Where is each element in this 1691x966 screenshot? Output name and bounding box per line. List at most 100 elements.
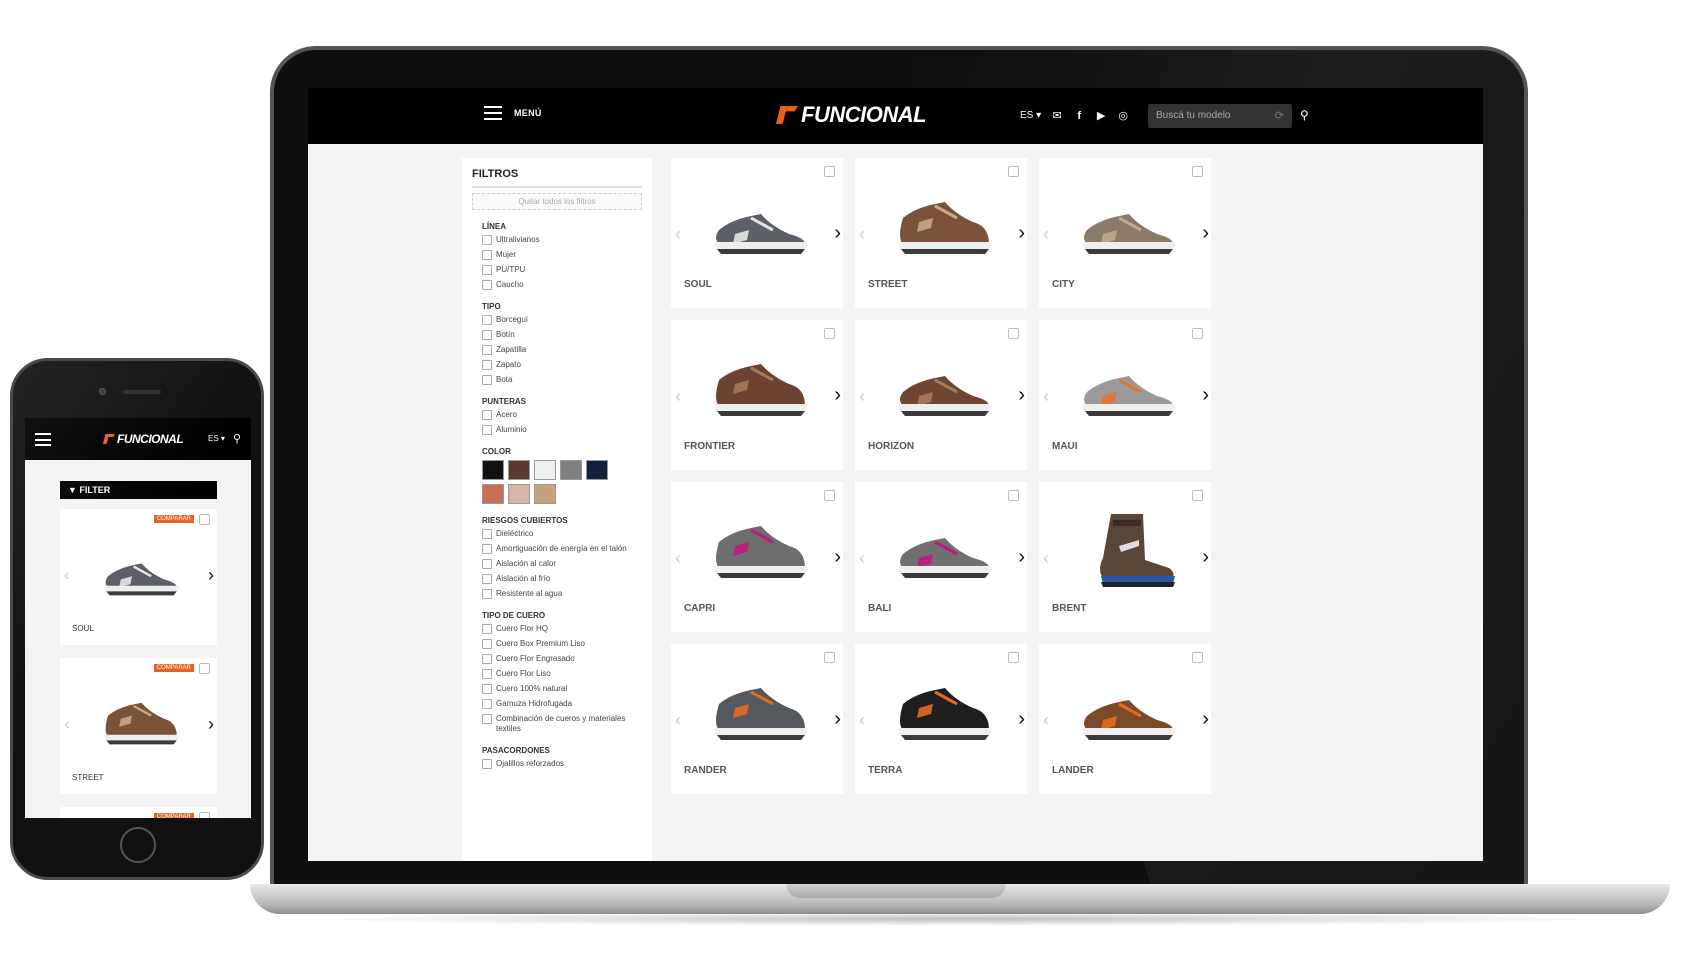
filter-checkbox[interactable] [482, 684, 492, 694]
color-swatch[interactable] [534, 484, 556, 504]
chevron-right-icon[interactable]: › [834, 384, 841, 407]
product-image[interactable] [889, 186, 997, 266]
product-card[interactable]: ‹ › SOUL [671, 158, 843, 308]
chevron-left-icon[interactable]: ‹ [1043, 710, 1049, 731]
chevron-right-icon[interactable]: › [834, 546, 841, 569]
product-card[interactable]: ‹ › CITY [1039, 158, 1211, 308]
color-swatch[interactable] [508, 460, 530, 480]
chevron-left-icon[interactable]: ‹ [859, 710, 865, 731]
refresh-icon[interactable]: ⟳ [1275, 109, 1284, 122]
filter-checkbox[interactable] [482, 265, 492, 275]
product-image[interactable] [1073, 348, 1181, 428]
filter-checkbox[interactable] [482, 345, 492, 355]
compare-checkbox[interactable] [824, 166, 835, 177]
mobile-brand-logo[interactable]: FUNCIONAL [103, 432, 184, 446]
product-card[interactable]: ‹ › FRONTIER [671, 320, 843, 470]
mobile-product-card[interactable]: COMPARAR ‹ › SOUL [60, 509, 217, 645]
filter-checkbox[interactable] [482, 639, 492, 649]
chevron-right-icon[interactable]: › [208, 565, 214, 586]
compare-checkbox[interactable] [199, 812, 210, 818]
product-card[interactable]: ‹ › CAPRI [671, 482, 843, 632]
product-card[interactable]: ‹ › BALI [855, 482, 1027, 632]
filter-checkbox[interactable] [482, 699, 492, 709]
chevron-left-icon[interactable]: ‹ [675, 386, 681, 407]
search-input[interactable]: Buscá tu modelo ⟳ [1148, 104, 1292, 128]
chevron-left-icon[interactable]: ‹ [64, 716, 69, 734]
filter-checkbox[interactable] [482, 315, 492, 325]
mobile-language-selector[interactable]: ES ▾ [208, 434, 225, 443]
filter-checkbox[interactable] [482, 759, 492, 769]
compare-checkbox[interactable] [1008, 166, 1019, 177]
chevron-left-icon[interactable]: ‹ [675, 710, 681, 731]
color-swatch[interactable] [508, 484, 530, 504]
filter-checkbox[interactable] [482, 375, 492, 385]
filter-checkbox[interactable] [482, 410, 492, 420]
product-name[interactable]: BALI [868, 603, 891, 614]
filter-option[interactable]: Combinación de cueros y materiales texti… [482, 714, 642, 734]
filter-checkbox[interactable] [482, 624, 492, 634]
product-name[interactable]: FRONTIER [684, 441, 735, 452]
filter-option[interactable]: Cuero Flor Engrasado [482, 654, 642, 664]
chevron-right-icon[interactable]: › [834, 708, 841, 731]
facebook-icon[interactable]: f [1073, 110, 1085, 122]
product-image[interactable] [1073, 510, 1181, 590]
filter-option[interactable]: Gamuza Hidrofugada [482, 699, 642, 709]
filter-option[interactable]: Amortiguación de energía en el talón [482, 544, 642, 554]
filter-checkbox[interactable] [482, 559, 492, 569]
filter-option[interactable]: Caucho [482, 280, 642, 290]
compare-badge[interactable]: COMPARAR [153, 515, 194, 523]
chevron-left-icon[interactable]: ‹ [64, 567, 69, 585]
compare-checkbox[interactable] [824, 328, 835, 339]
compare-checkbox[interactable] [1192, 652, 1203, 663]
product-image[interactable] [705, 348, 813, 428]
product-name[interactable]: RANDER [684, 765, 727, 776]
compare-checkbox[interactable] [1008, 328, 1019, 339]
chevron-left-icon[interactable]: ‹ [1043, 548, 1049, 569]
filter-option[interactable]: Botín [482, 330, 642, 340]
filter-option[interactable]: Cuero Flor Liso [482, 669, 642, 679]
filter-option[interactable]: Bota [482, 375, 642, 385]
filter-option[interactable]: Cuero Box Premium Liso [482, 639, 642, 649]
filter-option[interactable]: Cuero Flor HQ [482, 624, 642, 634]
product-card[interactable]: ‹ › TERRA [855, 644, 1027, 794]
filter-option[interactable]: Borceguí [482, 315, 642, 325]
product-name[interactable]: STREET [72, 773, 104, 782]
chevron-left-icon[interactable]: ‹ [1043, 386, 1049, 407]
filter-checkbox[interactable] [482, 425, 492, 435]
filter-option[interactable]: Mujer [482, 250, 642, 260]
product-name[interactable]: LANDER [1052, 765, 1094, 776]
filter-option[interactable]: Resistente al agua [482, 589, 642, 599]
chevron-right-icon[interactable]: › [1202, 708, 1209, 731]
mobile-filter-button[interactable]: ▼ FILTER [60, 481, 217, 499]
filter-checkbox[interactable] [482, 589, 492, 599]
filter-option[interactable]: Dieléctrico [482, 529, 642, 539]
chevron-right-icon[interactable]: › [208, 714, 214, 735]
filter-option[interactable]: Aislación al calor [482, 559, 642, 569]
hamburger-icon[interactable] [35, 433, 51, 446]
compare-checkbox[interactable] [199, 514, 210, 525]
language-selector[interactable]: ES ▾ [1020, 110, 1041, 121]
color-swatch[interactable] [482, 484, 504, 504]
product-card[interactable]: ‹ › HORIZON [855, 320, 1027, 470]
compare-checkbox[interactable] [824, 652, 835, 663]
compare-checkbox[interactable] [199, 663, 210, 674]
product-card[interactable]: ‹ › LANDER [1039, 644, 1211, 794]
chevron-left-icon[interactable]: ‹ [859, 224, 865, 245]
filter-checkbox[interactable] [482, 574, 492, 584]
color-swatch[interactable] [534, 460, 556, 480]
chevron-right-icon[interactable]: › [1018, 384, 1025, 407]
product-image[interactable] [889, 510, 997, 590]
chevron-right-icon[interactable]: › [1018, 546, 1025, 569]
filter-option[interactable]: Cuero 100% natural [482, 684, 642, 694]
product-name[interactable]: MAUI [1052, 441, 1078, 452]
filter-option[interactable]: Zapatilla [482, 345, 642, 355]
filter-checkbox[interactable] [482, 330, 492, 340]
chevron-right-icon[interactable]: › [834, 222, 841, 245]
filter-option[interactable]: Aluminio [482, 425, 642, 435]
product-image[interactable] [705, 672, 813, 752]
product-image[interactable] [1073, 186, 1181, 266]
filter-checkbox[interactable] [482, 544, 492, 554]
product-name[interactable]: TERRA [868, 765, 902, 776]
filter-checkbox[interactable] [482, 250, 492, 260]
product-name[interactable]: SOUL [684, 279, 712, 290]
